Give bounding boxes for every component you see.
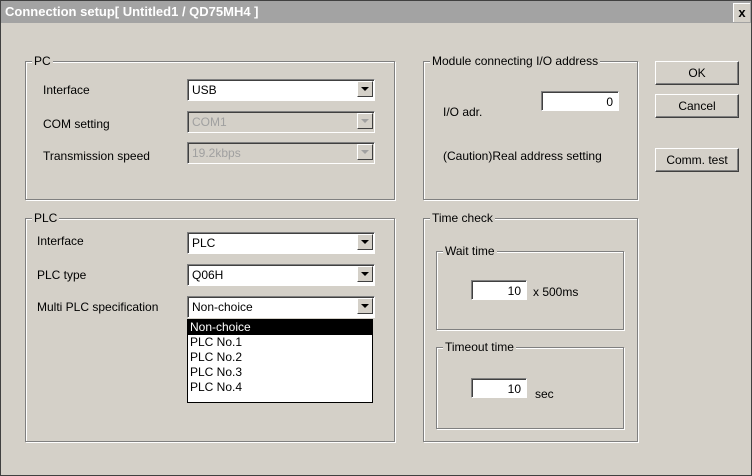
transmission-speed-value: 19.2kbps bbox=[192, 146, 241, 160]
pc-interface-select[interactable]: USB bbox=[187, 79, 375, 101]
multi-plc-label: Multi PLC specification bbox=[37, 300, 159, 314]
transmission-speed-select: 19.2kbps bbox=[187, 142, 375, 164]
dropdown-option[interactable]: Non-choice bbox=[188, 320, 372, 335]
io-address-input[interactable]: 0 bbox=[541, 91, 619, 111]
wait-time-unit: x 500ms bbox=[533, 285, 579, 299]
time-check-legend: Time check bbox=[430, 211, 495, 225]
multi-plc-dropdown-list[interactable]: Non-choice PLC No.1 PLC No.2 PLC No.3 PL… bbox=[187, 319, 373, 403]
wait-time-input[interactable]: 10 bbox=[471, 280, 527, 300]
chevron-down-icon bbox=[357, 144, 373, 160]
com-setting-select: COM1 bbox=[187, 111, 375, 133]
plc-group-legend: PLC bbox=[32, 211, 60, 225]
plc-interface-value: PLC bbox=[192, 236, 216, 250]
plc-type-select[interactable]: Q06H bbox=[187, 264, 375, 286]
io-address-label: I/O adr. bbox=[443, 105, 483, 119]
timeout-time-input[interactable]: 10 bbox=[471, 378, 527, 398]
chevron-down-icon[interactable] bbox=[357, 298, 373, 314]
module-address-legend: Module connecting I/O address bbox=[430, 54, 601, 68]
pc-interface-label: Interface bbox=[43, 83, 90, 97]
close-button[interactable]: x bbox=[733, 3, 750, 22]
cancel-button[interactable]: Cancel bbox=[655, 94, 739, 118]
chevron-down-icon[interactable] bbox=[357, 266, 373, 282]
dropdown-option[interactable]: PLC No.3 bbox=[188, 365, 372, 380]
comm-test-button[interactable]: Comm. test bbox=[655, 148, 739, 172]
dropdown-option[interactable]: PLC No.2 bbox=[188, 350, 372, 365]
chevron-down-icon bbox=[357, 113, 373, 129]
module-address-group: Module connecting I/O address bbox=[423, 54, 638, 200]
connection-setup-dialog: Connection setup[ Untitled1 / QD75MH4 ] … bbox=[0, 0, 752, 476]
timeout-time-legend: Timeout time bbox=[443, 340, 516, 354]
chevron-down-icon[interactable] bbox=[357, 234, 373, 250]
pc-interface-value: USB bbox=[192, 83, 217, 97]
plc-type-value: Q06H bbox=[192, 268, 224, 282]
ok-button[interactable]: OK bbox=[655, 61, 739, 85]
plc-interface-select[interactable]: PLC bbox=[187, 232, 375, 254]
timeout-time-group: Timeout time bbox=[436, 340, 624, 429]
multi-plc-value: Non-choice bbox=[192, 300, 253, 314]
timeout-time-unit: sec bbox=[535, 387, 554, 401]
window-title: Connection setup[ Untitled1 / QD75MH4 ] bbox=[5, 4, 259, 19]
pc-group-legend: PC bbox=[32, 54, 53, 68]
chevron-down-icon[interactable] bbox=[357, 81, 373, 97]
wait-time-legend: Wait time bbox=[443, 244, 497, 258]
caution-text: (Caution)Real address setting bbox=[443, 149, 602, 163]
wait-time-group: Wait time bbox=[436, 244, 624, 330]
dropdown-option[interactable]: PLC No.1 bbox=[188, 335, 372, 350]
title-bar[interactable]: Connection setup[ Untitled1 / QD75MH4 ] … bbox=[1, 1, 751, 23]
dropdown-option[interactable]: PLC No.4 bbox=[188, 380, 372, 395]
com-setting-label: COM setting bbox=[43, 117, 110, 131]
plc-interface-label: Interface bbox=[37, 234, 84, 248]
com-setting-value: COM1 bbox=[192, 115, 227, 129]
multi-plc-select[interactable]: Non-choice bbox=[187, 296, 375, 318]
transmission-speed-label: Transmission speed bbox=[43, 149, 150, 163]
plc-type-label: PLC type bbox=[37, 268, 87, 282]
